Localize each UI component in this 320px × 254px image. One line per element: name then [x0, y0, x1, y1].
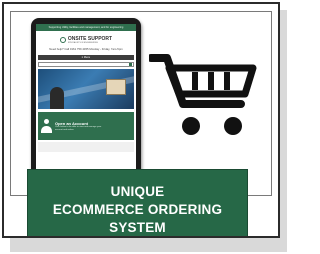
tablet-footer [38, 142, 134, 152]
user-body [41, 126, 52, 133]
tablet-banner-image [38, 69, 134, 109]
logo-text: ONSITE SUPPORT SPECIALISTS IN ENGINEERIN… [67, 36, 112, 44]
tablet-screen: Supporting Utility, facilities and manag… [36, 24, 136, 176]
tablet-topbar: Supporting Utility, facilities and manag… [36, 24, 136, 31]
user-account-icon [41, 119, 52, 133]
tablet-logo: ONSITE SUPPORT SPECIALISTS IN ENGINEERIN… [36, 33, 136, 47]
tablet-phone-line: Need help? Call 0161 759 4455 Monday - F… [49, 47, 123, 51]
tablet-search-bar [38, 62, 134, 67]
tablet-device: Supporting Utility, facilities and manag… [31, 18, 141, 183]
account-text: Open an Account Click below to be able t… [55, 121, 109, 131]
logo-subtitle: SPECIALISTS IN ENGINEERING [67, 41, 98, 44]
tablet-nav-bar: ≡ Menu [38, 55, 134, 60]
feature-label: UNIQUE ECOMMERCE ORDERING SYSTEM [27, 169, 248, 236]
banner-package [106, 79, 126, 95]
feature-card: Supporting Utility, facilities and manag… [2, 2, 280, 238]
account-subtitle: Click below to be able to view and manag… [55, 125, 102, 131]
banner-person [50, 87, 64, 109]
label-line-1: UNIQUE [110, 184, 165, 199]
search-icon [129, 63, 132, 66]
label-line-3: SYSTEM [109, 220, 166, 235]
user-head [44, 119, 49, 124]
label-line-2: ECOMMERCE ORDERING [52, 202, 223, 217]
shopping-cart-graphic [147, 54, 257, 135]
tablet-account-panel: Open an Account Click below to be able t… [38, 112, 134, 140]
shopping-cart-icon [147, 48, 259, 144]
logo-mark-icon [59, 37, 66, 43]
